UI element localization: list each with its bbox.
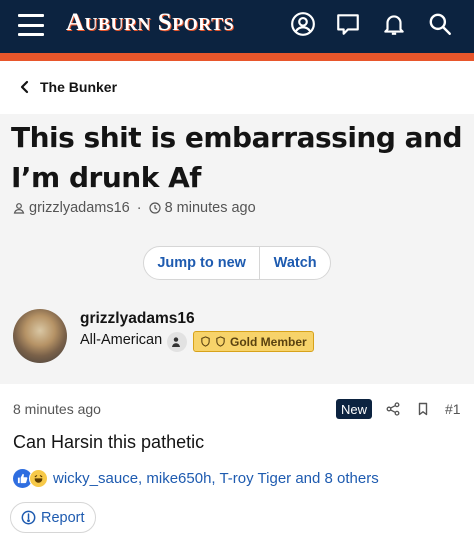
clock-icon [148, 202, 161, 214]
hamburger-icon[interactable] [18, 14, 44, 36]
reaction-summary[interactable]: wicky_sauce, mike650h, T-roy Tiger and 8… [13, 469, 379, 488]
watch-button[interactable]: Watch [260, 247, 330, 279]
post-message: Can Harsin this pathetic [13, 432, 205, 452]
jump-to-new-button[interactable]: Jump to new [144, 247, 259, 279]
gold-member-badge: Gold Member [193, 331, 314, 352]
thread-author[interactable]: grizzlyadams16 [29, 200, 130, 216]
user-icon [13, 203, 25, 214]
verified-user-icon [167, 332, 187, 352]
account-icon[interactable] [288, 9, 318, 39]
shield-icon [201, 336, 210, 347]
bookmark-icon[interactable] [413, 399, 433, 419]
thread-actions: Jump to new Watch [143, 246, 331, 280]
thread-time[interactable]: 8 minutes ago [165, 200, 256, 216]
new-badge: New [336, 399, 373, 419]
avatar[interactable] [13, 309, 67, 363]
reaction-users[interactable]: wicky_sauce, mike650h, T-roy Tiger and 8… [53, 470, 379, 487]
info-icon [21, 510, 36, 525]
shield-icon [216, 336, 225, 347]
breadcrumb-label: The Bunker [40, 79, 118, 95]
site-logo[interactable]: Auburn Sports [66, 9, 234, 37]
breadcrumb[interactable]: The Bunker [18, 79, 117, 95]
thread-title: This shit is embarrassing and I’m drunk … [11, 121, 463, 194]
author-name[interactable]: grizzlyadams16 [80, 310, 195, 328]
bell-icon[interactable] [379, 9, 409, 39]
chevron-left-icon [20, 80, 29, 94]
meta-separator: · [136, 200, 142, 216]
thread-meta: grizzlyadams16 · 8 minutes ago [13, 200, 256, 216]
post-time[interactable]: 8 minutes ago [13, 401, 101, 417]
share-icon[interactable] [383, 399, 403, 419]
report-button[interactable]: Report [10, 502, 96, 533]
badge-label: Gold Member [230, 334, 307, 349]
post-number[interactable]: #1 [445, 401, 461, 417]
reaction-icons [13, 469, 48, 488]
author-rank: All-American [80, 332, 163, 348]
laugh-icon [29, 469, 48, 488]
report-label: Report [41, 509, 85, 526]
search-icon[interactable] [425, 9, 455, 39]
message-icon[interactable] [333, 9, 363, 39]
navbar-accent-strip [0, 53, 474, 61]
